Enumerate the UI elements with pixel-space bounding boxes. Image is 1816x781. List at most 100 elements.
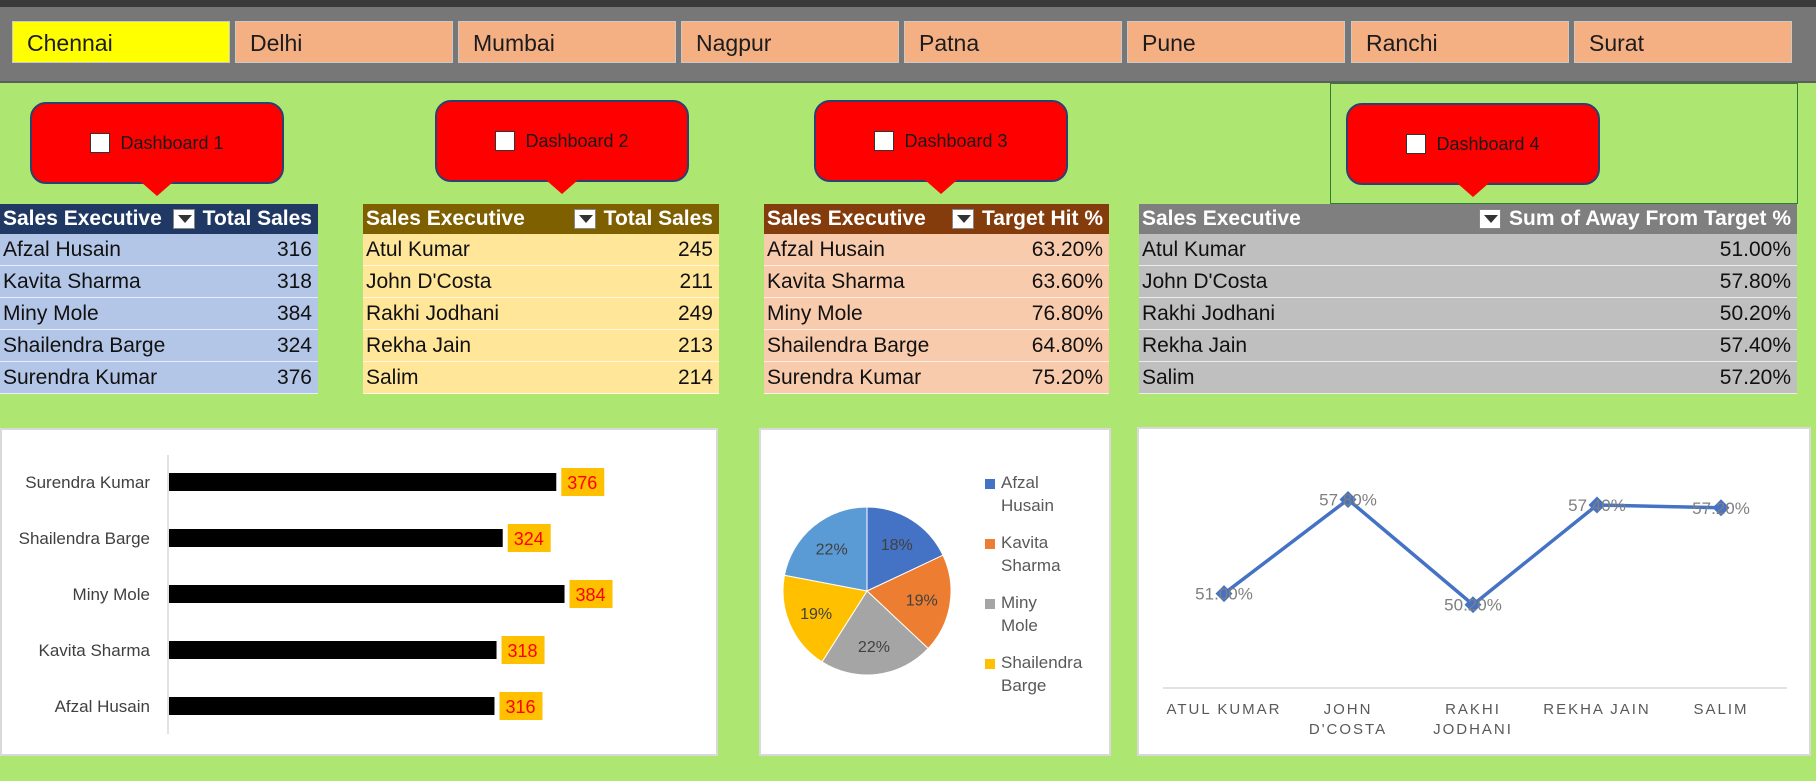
- slicer-item-patna[interactable]: Patna: [904, 21, 1122, 63]
- bar-miny-mole: [169, 585, 565, 603]
- legend-label: Shailendra Barge: [1001, 653, 1083, 695]
- table-row: Shailendra Barge 324: [0, 330, 318, 362]
- dashboard-label: Dashboard 1: [120, 132, 224, 153]
- line-chart: 51.00% ATUL KUMAR 57.80% JOHN D'COSTA 50.20% R…: [1163, 490, 1787, 738]
- line-category-label: ATUL KUMAR: [1166, 701, 1281, 718]
- row-name: John D'Costa: [366, 269, 492, 293]
- table-row: Miny Mole 384: [0, 298, 318, 330]
- filter-dropdown-icon[interactable]: [1479, 209, 1501, 229]
- row-value: 211: [679, 269, 713, 293]
- slicer-item-mumbai[interactable]: Mumbai: [458, 21, 676, 63]
- table-row: Surendra Kumar 376: [0, 362, 318, 394]
- table-row: Rekha Jain 213: [363, 330, 719, 362]
- row-name: Salim: [366, 365, 419, 389]
- bar-category-label: Shailendra Barge: [19, 529, 150, 548]
- pivot-table-1: Sales Executive Total Sales Afzal Husain 31…: [0, 204, 318, 394]
- dashboard-3-callout[interactable]: Dashboard 3: [814, 100, 1068, 194]
- dashboard-2-callout[interactable]: Dashboard 2: [435, 100, 689, 194]
- header-value: Total Sales: [202, 207, 312, 230]
- legend-swatch: [985, 659, 995, 669]
- pivot-table-2: Sales Executive Total Sales Atul Kumar 245 J…: [363, 204, 719, 394]
- city-slicer: Chennai Delhi Mumbai Nagpur Patna Pune Ranchi S…: [0, 7, 1816, 83]
- header-value: Target Hit %: [982, 207, 1103, 230]
- column-header-strip: [0, 0, 1816, 7]
- filter-dropdown-icon[interactable]: [172, 209, 195, 229]
- row-name: Kavita Sharma: [3, 269, 141, 293]
- row-value: 318: [276, 269, 312, 293]
- slicer-item-chennai[interactable]: Chennai: [12, 21, 230, 63]
- row-value: 50.20%: [1719, 301, 1791, 325]
- table-row: John D'Costa 211: [363, 266, 719, 298]
- dashboard-checkbox[interactable]: [90, 133, 111, 153]
- legend-label: Kavita Sharma: [1001, 533, 1061, 575]
- callout-content: Dashboard 2: [437, 102, 687, 180]
- pivot-header: Sales Executive Total Sales: [363, 204, 719, 234]
- line-category-label: JOHN D'COSTA: [1309, 701, 1387, 738]
- table-row: Afzal Husain 63.20%: [764, 234, 1109, 266]
- table-row: Surendra Kumar 75.20%: [764, 362, 1109, 394]
- line-data-label: 57.20%: [1692, 499, 1750, 518]
- pivot-table-4: Sales Executive Sum of Away From Target %…: [1139, 204, 1797, 394]
- legend-swatch: [985, 539, 995, 549]
- pivot-header: Sales Executive Total Sales: [0, 204, 318, 234]
- pivot-header: Sales Executive Target Hit %: [764, 204, 1109, 234]
- pie-chart-panel: 18% 19% 22% 19% 22% Afzal Husain Kavita Sharma Mi…: [759, 428, 1111, 756]
- slicer-item-pune[interactable]: Pune: [1127, 21, 1345, 63]
- legend-label: Miny Mole: [1001, 593, 1038, 635]
- dashboard-checkbox[interactable]: [495, 131, 516, 151]
- slicer-item-delhi[interactable]: Delhi: [235, 21, 453, 63]
- bar-shailendra-barge: [169, 529, 503, 547]
- header-value: Total Sales: [603, 207, 713, 230]
- selected-shape-outline: [1330, 83, 1798, 204]
- bar-category-label: Afzal Husain: [55, 697, 150, 716]
- filter-dropdown-icon[interactable]: [952, 209, 975, 229]
- filter-dropdown-icon[interactable]: [573, 209, 596, 229]
- row-name: Miny Mole: [3, 301, 99, 325]
- line-category-label: RAKHI JODHANI: [1433, 701, 1513, 738]
- row-value: 249: [677, 301, 713, 325]
- line-category-label: REKHA JAIN: [1543, 701, 1651, 718]
- row-value: 384: [276, 301, 312, 325]
- row-value: 57.80%: [1719, 269, 1791, 293]
- pivot-table-3: Sales Executive Target Hit % Afzal Husain 6…: [764, 204, 1109, 394]
- row-name: Rekha Jain: [366, 333, 472, 357]
- row-value: 63.60%: [1031, 269, 1103, 293]
- row-name: Kavita Sharma: [767, 269, 905, 293]
- line-series: [1222, 497, 1722, 607]
- row-name: John D'Costa: [1142, 269, 1268, 293]
- callout-content: Dashboard 1: [32, 104, 282, 182]
- dashboard-checkbox[interactable]: [874, 131, 895, 151]
- table-row: Rakhi Jodhani 50.20%: [1139, 298, 1797, 330]
- line-data-label: 50.20%: [1444, 596, 1502, 615]
- row-value: 51.00%: [1719, 237, 1791, 261]
- header-sales-executive: Sales Executive: [1142, 207, 1301, 230]
- slicer-item-nagpur[interactable]: Nagpur: [681, 21, 899, 63]
- pie-data-label: 22%: [816, 541, 848, 558]
- bar-chart-panel: Surendra Kumar 376 Shailendra Barge 324 Miny…: [0, 428, 718, 756]
- slicer-item-surat[interactable]: Surat: [1574, 21, 1792, 63]
- table-row: John D'Costa 57.80%: [1139, 266, 1797, 298]
- row-value: 376: [276, 365, 312, 389]
- dashboard-1-callout[interactable]: Dashboard 1: [30, 102, 284, 196]
- line-category-label: SALIM: [1693, 701, 1748, 718]
- row-value: 63.20%: [1031, 237, 1103, 261]
- line-data-label: 51.00%: [1195, 585, 1253, 604]
- legend-swatch: [985, 479, 995, 489]
- bar-category-label: Miny Mole: [73, 585, 150, 604]
- pie-data-label: 19%: [800, 606, 832, 623]
- table-row: Salim 57.20%: [1139, 362, 1797, 394]
- row-name: Rakhi Jodhani: [1142, 301, 1276, 325]
- slicer-item-ranchi[interactable]: Ranchi: [1351, 21, 1569, 63]
- table-row: Salim 214: [363, 362, 719, 394]
- row-value: 57.40%: [1719, 333, 1791, 357]
- dashboard-label: Dashboard 3: [904, 130, 1008, 151]
- table-row: Shailendra Barge 64.80%: [764, 330, 1109, 362]
- bar-data-label: 318: [508, 641, 538, 661]
- row-name: Salim: [1142, 365, 1195, 389]
- pie-data-label: 19%: [906, 593, 938, 610]
- bar-data-label: 376: [567, 473, 597, 493]
- header-sales-executive: Sales Executive: [3, 207, 162, 230]
- row-value: 75.20%: [1031, 365, 1103, 389]
- callout-content: Dashboard 3: [816, 102, 1066, 180]
- bar-surendra-kumar: [169, 473, 557, 491]
